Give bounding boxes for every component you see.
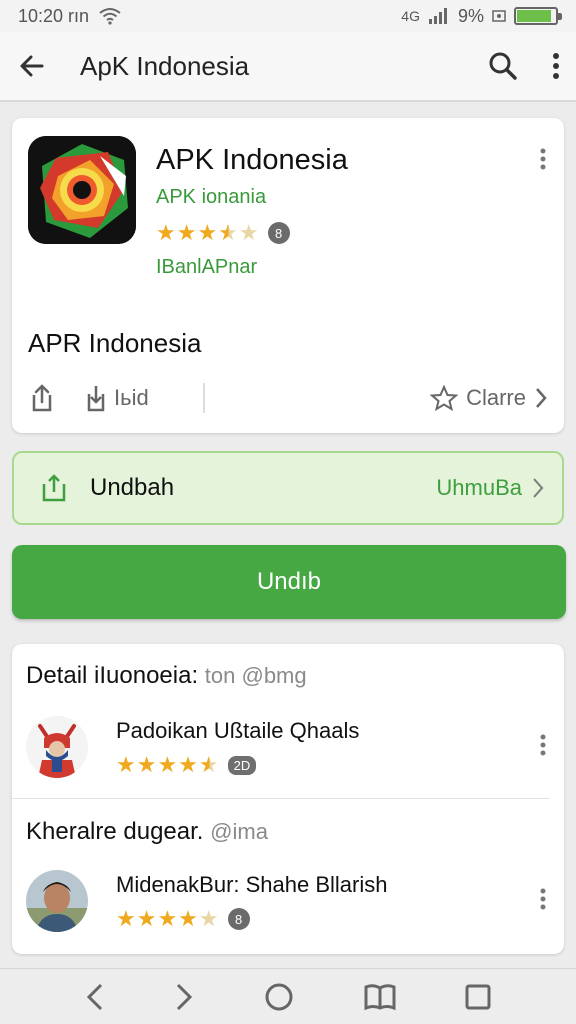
- app-name: APK Indonesia: [156, 144, 348, 176]
- list-item-title: Padoikan Ußtaile Qhaals: [116, 718, 360, 743]
- details-section-title: Detail iIuonoeia: ton @bmg: [26, 662, 307, 690]
- photo-icon: [492, 9, 506, 23]
- download-button[interactable]: Undıb: [12, 545, 566, 619]
- rating-badge: 8: [227, 908, 250, 930]
- rating-stars: ★★★★★: [156, 220, 260, 245]
- list-item[interactable]: MidenakBur: Shahe Bllarish ★★★★★ 8: [26, 870, 564, 940]
- app-bar-title: ApK Indonesia: [80, 50, 250, 81]
- install-icon: [38, 472, 70, 504]
- search-icon[interactable]: [488, 51, 518, 81]
- reviews-section-tag: @ima: [210, 819, 268, 844]
- nav-forward-icon[interactable]: [173, 982, 195, 1012]
- divider: [12, 798, 550, 799]
- download-button-label: Undıb: [256, 568, 322, 595]
- review-action[interactable]: Clarre: [430, 385, 548, 411]
- install-label: Undbah: [90, 474, 175, 501]
- status-bar: 10:20 rın 4G 9%: [0, 0, 576, 32]
- battery-icon: [514, 7, 562, 25]
- nav-home-icon[interactable]: [263, 981, 295, 1013]
- system-nav-bar: [0, 968, 576, 1024]
- download-count-action[interactable]: Iьid: [84, 384, 149, 412]
- app-logo-icon: [28, 136, 136, 244]
- download-icon: [84, 384, 108, 412]
- list-item-meta: ★★★★★ 2D: [116, 752, 257, 778]
- status-time: 10:20 rın: [18, 5, 90, 26]
- install-row[interactable]: Undbah UhmuBa: [12, 451, 564, 525]
- install-action[interactable]: UhmuBa: [436, 475, 544, 501]
- avatar: [26, 870, 88, 932]
- nav-back-icon[interactable]: [84, 982, 106, 1012]
- rating-stars: ★★★★★: [116, 906, 220, 931]
- actions-divider: [202, 383, 205, 413]
- developer-link[interactable]: APK ionania: [156, 186, 266, 209]
- list-item-meta: ★★★★★ 8: [116, 906, 250, 932]
- battery-percent: 9%: [457, 5, 484, 26]
- rating-badge: 8: [267, 222, 290, 244]
- list-item-title: MidenakBur: Shahe Bllarish: [116, 872, 388, 897]
- details-section-heading: Detail iIuonoeia:: [26, 662, 199, 689]
- network-label: 4G: [401, 8, 420, 24]
- app-info-card: APK Indonesia APK ionania ★★★★★ 8 IBanlA…: [12, 118, 564, 433]
- nav-book-icon[interactable]: [363, 983, 397, 1011]
- more-vert-icon[interactable]: [540, 148, 546, 170]
- signal-icon: [428, 8, 450, 24]
- details-section-tag: ton @bmg: [204, 663, 307, 688]
- review-label: Clarre: [466, 385, 526, 410]
- wifi-icon: [99, 7, 121, 25]
- more-vert-icon[interactable]: [540, 734, 546, 756]
- reviews-section-heading: Kheralre dugear.: [26, 818, 204, 845]
- details-card: Detail iIuonoeia: ton @bmg Padoikan Ußta…: [12, 644, 564, 954]
- more-vert-icon[interactable]: [540, 888, 546, 910]
- app-actions-row: Iьid Clarre: [28, 380, 548, 416]
- rating-row: ★★★★★ 8: [156, 220, 290, 246]
- category-link[interactable]: IBanlAPnar: [156, 256, 257, 279]
- chevron-right-icon: [534, 386, 548, 410]
- nav-recents-icon[interactable]: [464, 983, 492, 1011]
- app-bar: ApK Indonesia: [0, 32, 576, 102]
- share-icon[interactable]: [28, 383, 56, 413]
- app-subtitle: APR Indonesia: [28, 328, 202, 358]
- chevron-right-icon: [532, 477, 544, 499]
- avatar: [26, 716, 88, 778]
- back-icon[interactable]: [18, 52, 46, 80]
- reviews-section-title: Kheralre dugear. @ima: [26, 818, 268, 846]
- download-count-label: Iьid: [114, 385, 149, 410]
- install-action-label: UhmuBa: [436, 475, 522, 500]
- list-item[interactable]: Padoikan Ußtaile Qhaals ★★★★★ 2D: [26, 716, 564, 786]
- rating-stars: ★★★★★: [116, 752, 220, 777]
- rating-badge: 2D: [227, 755, 257, 775]
- star-outline-icon: [430, 385, 459, 411]
- more-vert-icon[interactable]: [552, 53, 560, 79]
